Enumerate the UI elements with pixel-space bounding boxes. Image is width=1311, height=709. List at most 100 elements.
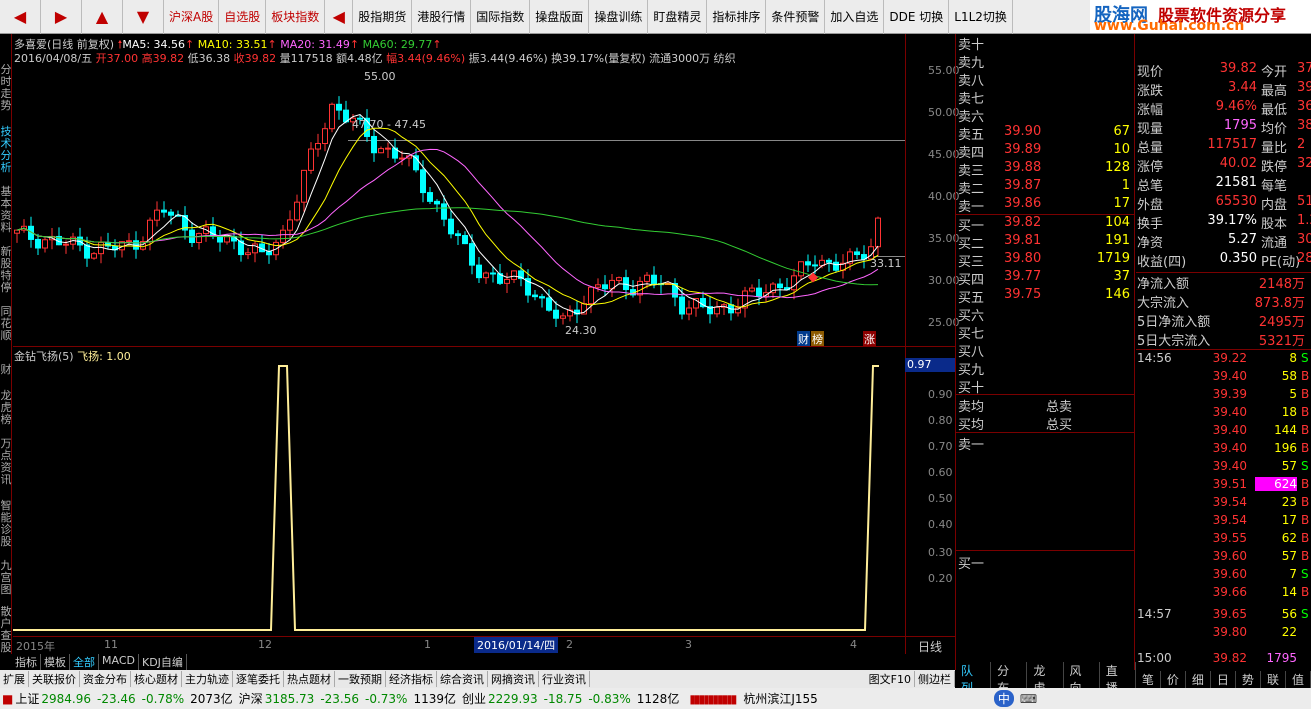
right-tab[interactable]: 联 <box>1261 670 1286 688</box>
sell-row[interactable]: 卖五 39.90 67 <box>958 124 1134 143</box>
right-tab[interactable]: 笔 <box>1136 670 1161 688</box>
toolbar-item-watchlist[interactable]: 自选股 <box>219 0 267 34</box>
buy-row[interactable]: 买六 <box>958 305 1134 324</box>
buy-row[interactable]: 买五 39.75 146 <box>958 287 1134 306</box>
vtab-basic-info[interactable]: 基本资料 <box>0 186 12 234</box>
vtab-smart-diag[interactable]: 智能诊股 <box>0 500 12 548</box>
vtab-news[interactable]: 万点资讯 <box>0 438 12 486</box>
right-tab[interactable]: 值 <box>1286 670 1311 688</box>
toolbar-item-monitor[interactable]: 盯盘精灵 <box>648 0 708 34</box>
buy-row[interactable]: 买四 39.77 37 <box>958 269 1134 288</box>
vtab-dragon-tiger[interactable]: 龙虎榜 <box>0 390 12 426</box>
toolbar-item-hk-quotes[interactable]: 港股行情 <box>412 0 472 34</box>
sell-row[interactable]: 卖十 <box>958 34 1134 53</box>
quote-label: 每笔 <box>1261 179 1288 194</box>
vtab-tonghuashun[interactable]: 同花顺 <box>0 306 12 342</box>
buy-row[interactable]: 买九 <box>958 359 1134 378</box>
up-arrow-icon[interactable]: ▲ <box>82 0 123 34</box>
toolbar-item-sector-index[interactable]: 板块指数 <box>266 0 326 34</box>
keyboard-icon[interactable]: ⌨ <box>1020 692 1037 706</box>
tab-template[interactable]: 模板 <box>41 654 70 670</box>
func-related-quote[interactable]: 关联报价 <box>29 671 80 687</box>
down-arrow-icon[interactable]: ▼ <box>123 0 164 34</box>
toolbar-item-trading-layout[interactable]: 操盘版面 <box>530 0 590 34</box>
vtab-new-stocks[interactable]: 新股特停 <box>0 246 12 294</box>
sh-label[interactable]: 上证 <box>15 690 39 707</box>
toolbar-item-add-watch[interactable]: 加入自选 <box>825 0 885 34</box>
toolbar-item-hushen-a[interactable]: 沪深A股 <box>164 0 220 34</box>
func-sidebar[interactable]: 侧边栏 <box>915 671 955 687</box>
right-tab[interactable]: 势 <box>1236 670 1261 688</box>
buy-row[interactable]: 买十 <box>958 377 1134 396</box>
badge-zhang[interactable]: 涨 <box>863 331 876 347</box>
candle-body <box>602 284 608 290</box>
buy-volume: 146 <box>1105 287 1130 302</box>
cursor-date: 2016/01/14/四 <box>474 637 559 653</box>
tick-row: 39.51 624 B <box>1137 477 1311 495</box>
left-sidebar: 分时走势 技术分析 基本资料 新股特停 同花顺 财 龙虎榜 万点资讯 智能诊股 … <box>0 34 12 654</box>
toolbar-item-intl-index[interactable]: 国际指数 <box>471 0 531 34</box>
back-arrow-icon[interactable]: ◀ <box>0 0 41 34</box>
right-tab[interactable]: 价 <box>1161 670 1186 688</box>
func-f10[interactable]: 图文F10 <box>866 671 915 687</box>
vtab-finance[interactable]: 财 <box>0 364 12 376</box>
tab-kdj[interactable]: KDJ自编 <box>139 654 187 670</box>
sell-row[interactable]: 卖二 39.87 1 <box>958 178 1134 197</box>
bottom-buy1: 买一 <box>958 557 985 572</box>
forward-arrow-icon[interactable]: ▶ <box>41 0 82 34</box>
toolbar-item-dde-switch[interactable]: DDE 切换 <box>884 0 950 34</box>
right-tab[interactable]: 细 <box>1186 670 1211 688</box>
toolbar-item-index-futures[interactable]: 股指期货 <box>353 0 413 34</box>
ime-indicator[interactable]: 中 <box>993 690 1014 707</box>
sell-row[interactable]: 卖六 <box>958 106 1134 125</box>
cy-label[interactable]: 创业 <box>462 690 486 707</box>
tab-indicator[interactable]: 指标 <box>12 654 41 670</box>
vtab-technical[interactable]: 技术分析 <box>0 126 12 174</box>
panel-divider <box>13 346 955 347</box>
sell-row[interactable]: 卖一 39.86 17 <box>958 196 1134 215</box>
quote-row: 现价 39.82 今开 37 <box>1137 61 1311 80</box>
badge-bang[interactable]: 榜 <box>811 331 824 347</box>
buy-row[interactable]: 买三 39.80 1719 <box>958 251 1134 270</box>
func-general-news[interactable]: 综合资讯 <box>437 671 488 687</box>
toolbar-item-l1l2-switch[interactable]: L1L2切换 <box>949 0 1013 34</box>
indicator-chart[interactable] <box>13 362 905 636</box>
func-web-news[interactable]: 网摘资讯 <box>488 671 539 687</box>
right-tab[interactable]: 日 <box>1211 670 1236 688</box>
toolbar-item-indicator-sort[interactable]: 指标排序 <box>707 0 767 34</box>
func-expand[interactable]: 扩展 <box>0 671 29 687</box>
tab-all[interactable]: 全部 <box>70 654 99 670</box>
badge-cai[interactable]: 财 <box>797 331 810 347</box>
candle-body <box>315 143 321 150</box>
buy-row[interactable]: 买一 39.82 104 <box>958 215 1134 234</box>
vtab-retail[interactable]: 散户查股 <box>0 606 12 654</box>
period-label[interactable]: 日线 <box>918 638 942 655</box>
sell-row[interactable]: 卖七 <box>958 88 1134 107</box>
func-main-track[interactable]: 主力轨迹 <box>182 671 233 687</box>
buy-row[interactable]: 买八 <box>958 341 1134 360</box>
func-econ-indicator[interactable]: 经济指标 <box>386 671 437 687</box>
func-industry-news[interactable]: 行业资讯 <box>539 671 590 687</box>
func-hot-theme[interactable]: 热点题材 <box>284 671 335 687</box>
vtab-timeshare[interactable]: 分时走势 <box>0 64 12 112</box>
buy-row[interactable]: 买二 39.81 191 <box>958 233 1134 252</box>
func-order-detail[interactable]: 逐笔委托 <box>233 671 284 687</box>
sell-row[interactable]: 卖九 <box>958 52 1134 71</box>
sell-row[interactable]: 卖八 <box>958 70 1134 89</box>
vtab-nine-grid[interactable]: 九宫图 <box>0 560 12 596</box>
candle-body <box>448 218 454 235</box>
toolbar-item-trading-training[interactable]: 操盘训练 <box>589 0 649 34</box>
logo-url: www.Guhai.com.cn <box>1094 18 1245 34</box>
toolbar-item-alert[interactable]: 条件预警 <box>766 0 826 34</box>
collapse-arrow-icon[interactable]: ◀ <box>325 0 354 34</box>
sell-row[interactable]: 卖四 39.89 10 <box>958 142 1134 161</box>
func-consensus[interactable]: 一致预期 <box>335 671 386 687</box>
kline-chart[interactable] <box>13 64 905 346</box>
buy-row[interactable]: 买七 <box>958 323 1134 342</box>
hs-label[interactable]: 沪深 <box>239 690 263 707</box>
func-fund-dist[interactable]: 资金分布 <box>80 671 131 687</box>
tab-macd[interactable]: MACD <box>99 654 139 670</box>
tick-row: 39.60 57 B <box>1137 549 1311 567</box>
func-core-theme[interactable]: 核心题材 <box>131 671 182 687</box>
sell-row[interactable]: 卖三 39.88 128 <box>958 160 1134 179</box>
